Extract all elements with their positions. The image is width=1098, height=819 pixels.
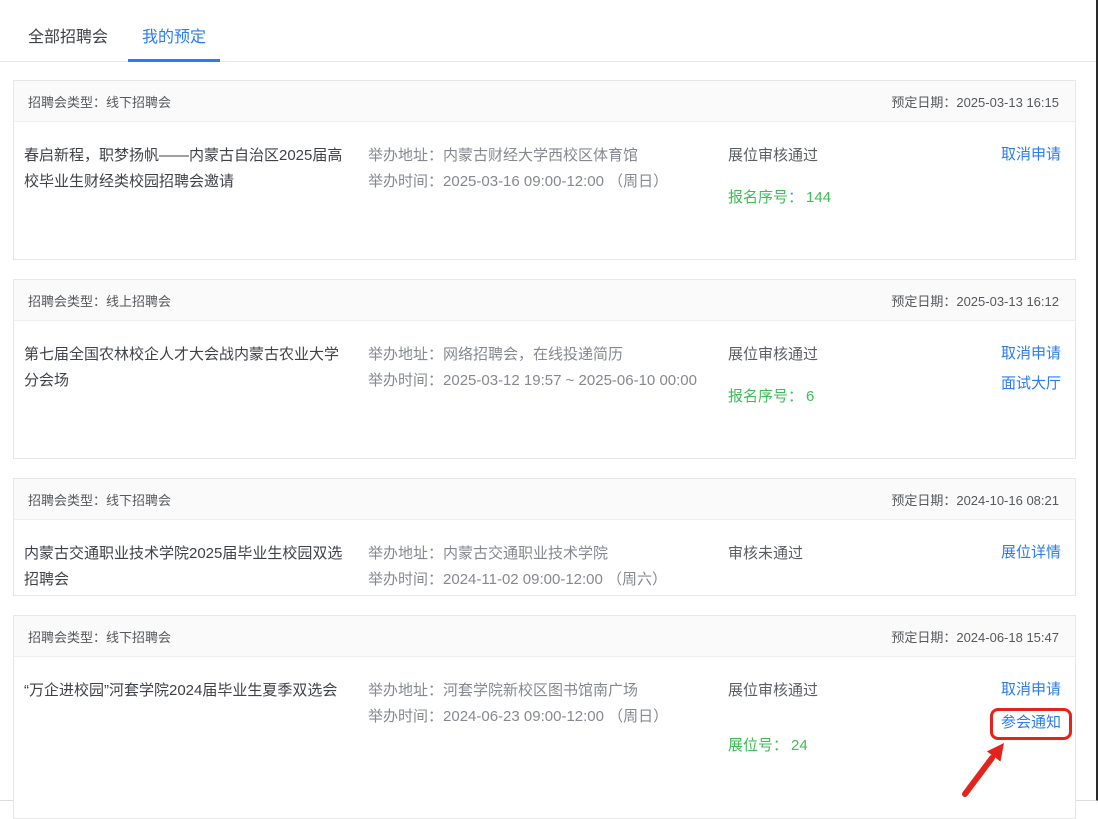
booked-date: 预定日期：2024-06-18 15:47	[891, 627, 1059, 646]
card-header: 招聘会类型：线下招聘会 预定日期：2024-06-18 15:47	[14, 616, 1075, 657]
booking-card: 招聘会类型：线下招聘会 预定日期：2024-06-18 15:47 “万企进校园…	[13, 615, 1076, 819]
fair-title: 内蒙古交通职业技术学院2025届毕业生校园双选招聘会	[24, 541, 344, 575]
action-links: 取消申请	[1001, 143, 1061, 239]
booked-date: 预定日期：2025-03-13 16:15	[891, 92, 1059, 111]
fair-title: “万企进校园”河套学院2024届毕业生夏季双选会	[24, 678, 344, 798]
cancel-apply-link[interactable]: 取消申请	[1001, 143, 1061, 167]
fair-info: 举办地址：内蒙古交通职业技术学院 举办时间：2024-11-02 09:00-1…	[368, 541, 704, 575]
tab-bar: 全部招聘会 我的预定	[0, 0, 1096, 62]
booking-card-list: 招聘会类型：线下招聘会 预定日期：2025-03-13 16:15 春启新程，职…	[13, 80, 1076, 819]
tab-all-fairs[interactable]: 全部招聘会	[14, 28, 122, 61]
review-status: 审核未通过	[728, 541, 908, 567]
fair-type: 招聘会类型：线下招聘会	[28, 92, 171, 111]
job-fair-booking-page: { "colors": { "accent_blue": "#2b7cee", …	[0, 0, 1098, 801]
status-column: 审核未通过	[728, 541, 908, 575]
review-status: 展位审核通过	[728, 678, 908, 704]
fair-time: 举办时间：2024-06-23 09:00-12:00 （周日）	[368, 704, 704, 730]
action-links: 取消申请 面试大厅	[1001, 342, 1061, 438]
fair-info: 举办地址：内蒙古财经大学西校区体育馆 举办时间：2025-03-16 09:00…	[368, 143, 704, 239]
fair-title: 第七届全国农林校企人才大会战内蒙古农业大学分会场	[24, 342, 344, 438]
fair-address: 举办地址：网络招聘会，在线投递简历	[368, 342, 704, 368]
action-links: 展位详情	[1001, 541, 1061, 575]
fair-type: 招聘会类型：线上招聘会	[28, 291, 171, 310]
fair-info: 举办地址：河套学院新校区图书馆南广场 举办时间：2024-06-23 09:00…	[368, 678, 704, 798]
status-column: 展位审核通过 展位号：24	[728, 678, 908, 798]
fair-address: 举办地址：河套学院新校区图书馆南广场	[368, 678, 704, 704]
fair-type: 招聘会类型：线下招聘会	[28, 490, 171, 509]
tab-my-bookings[interactable]: 我的预定	[128, 28, 220, 62]
cancel-apply-link[interactable]: 取消申请	[1001, 342, 1061, 366]
card-header: 招聘会类型：线上招聘会 预定日期：2025-03-13 16:12	[14, 280, 1075, 321]
booking-card: 招聘会类型：线上招聘会 预定日期：2025-03-13 16:12 第七届全国农…	[13, 279, 1076, 459]
card-header: 招聘会类型：线下招聘会 预定日期：2024-10-16 08:21	[14, 479, 1075, 520]
interview-hall-link[interactable]: 面试大厅	[1001, 372, 1061, 396]
booked-date: 预定日期：2025-03-13 16:12	[891, 291, 1059, 310]
fair-title: 春启新程，职梦扬帆——内蒙古自治区2025届高校毕业生财经类校园招聘会邀请	[24, 143, 344, 239]
action-links: 取消申请 参会通知	[990, 678, 1061, 798]
signup-serial-number: 报名序号：6	[728, 384, 908, 410]
booking-card: 招聘会类型：线下招聘会 预定日期：2025-03-13 16:15 春启新程，职…	[13, 80, 1076, 260]
fair-time: 举办时间：2024-11-02 09:00-12:00 （周六）	[368, 567, 704, 593]
fair-info: 举办地址：网络招聘会，在线投递简历 举办时间：2025-03-12 19:57 …	[368, 342, 704, 438]
booth-number: 展位号：24	[728, 733, 908, 759]
review-status: 展位审核通过	[728, 342, 908, 368]
booking-card: 招聘会类型：线下招聘会 预定日期：2024-10-16 08:21 内蒙古交通职…	[13, 478, 1076, 596]
signup-serial-number: 报名序号：144	[728, 185, 908, 211]
booked-date: 预定日期：2024-10-16 08:21	[891, 490, 1059, 509]
cancel-apply-link[interactable]: 取消申请	[1001, 678, 1061, 702]
attend-notice-link[interactable]: 参会通知	[1001, 714, 1061, 731]
fair-time: 举办时间：2025-03-16 09:00-12:00 （周日）	[368, 169, 704, 195]
fair-time: 举办时间：2025-03-12 19:57 ~ 2025-06-10 00:00	[368, 368, 704, 394]
card-header: 招聘会类型：线下招聘会 预定日期：2025-03-13 16:15	[14, 81, 1075, 122]
status-column: 展位审核通过 报名序号：144	[728, 143, 908, 239]
booth-detail-link[interactable]: 展位详情	[1001, 541, 1061, 565]
review-status: 展位审核通过	[728, 143, 908, 169]
annotation-highlight-box: 参会通知	[990, 708, 1072, 740]
status-column: 展位审核通过 报名序号：6	[728, 342, 908, 438]
fair-type: 招聘会类型：线下招聘会	[28, 627, 171, 646]
fair-address: 举办地址：内蒙古财经大学西校区体育馆	[368, 143, 704, 169]
fair-address: 举办地址：内蒙古交通职业技术学院	[368, 541, 704, 567]
